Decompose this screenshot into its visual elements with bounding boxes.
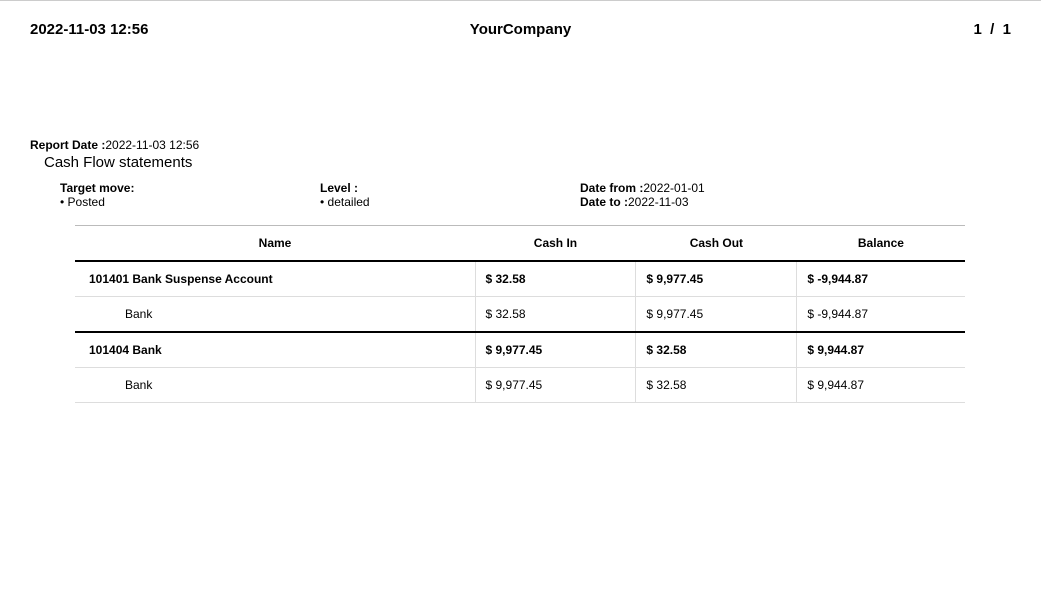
cell-balance: $ 9,944.87 xyxy=(797,368,965,403)
filter-target-move-label: Target move: xyxy=(60,181,320,195)
filter-date-to-value: 2022-11-03 xyxy=(628,195,689,209)
cell-cash-in: $ 32.58 xyxy=(475,297,636,333)
header-company: YourCompany xyxy=(357,21,684,38)
cell-balance: $ -9,944.87 xyxy=(797,297,965,333)
page-header: 2022-11-03 12:56 YourCompany 1 / 1 xyxy=(30,21,1011,38)
cell-name: Bank xyxy=(75,368,475,403)
cell-cash-in: $ 9,977.45 xyxy=(475,368,636,403)
cell-name: 101401 Bank Suspense Account xyxy=(75,261,475,297)
filter-level-label: Level : xyxy=(320,181,580,195)
report-date-value: 2022-11-03 12:56 xyxy=(105,138,199,152)
header-datetime: 2022-11-03 12:56 xyxy=(30,21,357,38)
filter-level-value: detailed xyxy=(320,195,580,209)
cell-cash-out: $ 9,977.45 xyxy=(636,297,797,333)
report-page: 2022-11-03 12:56 YourCompany 1 / 1 Repor… xyxy=(0,0,1041,423)
table-row: 101404 Bank $ 9,977.45 $ 32.58 $ 9,944.8… xyxy=(75,332,965,368)
header-pagination: 1 / 1 xyxy=(684,21,1011,38)
table-row: Bank $ 9,977.45 $ 32.58 $ 9,944.87 xyxy=(75,368,965,403)
cell-name: Bank xyxy=(75,297,475,333)
cash-flow-table: Name Cash In Cash Out Balance 101401 Ban… xyxy=(75,225,965,403)
filter-date-from-value: 2022-01-01 xyxy=(643,181,704,195)
col-cash-in: Cash In xyxy=(475,226,636,262)
cell-balance: $ 9,944.87 xyxy=(797,332,965,368)
cell-cash-out: $ 32.58 xyxy=(636,332,797,368)
table-row: 101401 Bank Suspense Account $ 32.58 $ 9… xyxy=(75,261,965,297)
filter-date-from-label: Date from : xyxy=(580,181,643,195)
table-row: Bank $ 32.58 $ 9,977.45 $ -9,944.87 xyxy=(75,297,965,333)
cell-balance: $ -9,944.87 xyxy=(797,261,965,297)
cell-cash-out: $ 9,977.45 xyxy=(636,261,797,297)
filter-date-to: Date to :2022-11-03 xyxy=(580,195,840,209)
report-date: Report Date :2022-11-03 12:56 xyxy=(30,138,1011,152)
filter-date-from: Date from :2022-01-01 xyxy=(580,181,840,195)
cell-cash-in: $ 32.58 xyxy=(475,261,636,297)
filter-dates: Date from :2022-01-01 Date to :2022-11-0… xyxy=(580,181,840,209)
report-date-label: Report Date : xyxy=(30,138,105,152)
cell-cash-in: $ 9,977.45 xyxy=(475,332,636,368)
col-balance: Balance xyxy=(797,226,965,262)
cell-cash-out: $ 32.58 xyxy=(636,368,797,403)
table-header-row: Name Cash In Cash Out Balance xyxy=(75,226,965,262)
filter-date-to-label: Date to : xyxy=(580,195,628,209)
report-title: Cash Flow statements xyxy=(44,154,1011,171)
report-filters: Target move: Posted Level : detailed Dat… xyxy=(60,181,1011,209)
col-cash-out: Cash Out xyxy=(636,226,797,262)
filter-target-move-value: Posted xyxy=(60,195,320,209)
col-name: Name xyxy=(75,226,475,262)
filter-target-move: Target move: Posted xyxy=(60,181,320,209)
cell-name: 101404 Bank xyxy=(75,332,475,368)
filter-level: Level : detailed xyxy=(320,181,580,209)
